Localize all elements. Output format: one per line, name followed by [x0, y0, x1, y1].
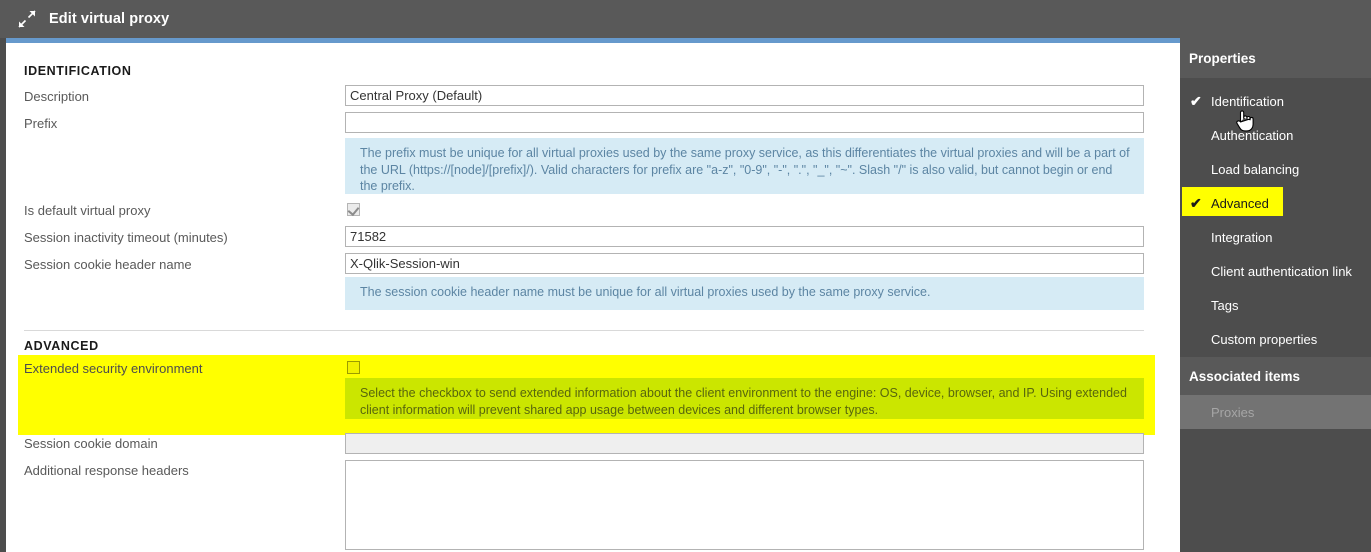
sidebar-item-advanced[interactable]: ✔ Advanced: [1180, 186, 1371, 220]
check-icon: ✔: [1190, 92, 1202, 109]
sidebar-item-custom-properties[interactable]: Custom properties: [1180, 322, 1371, 356]
sidebar-item-label: Integration: [1211, 229, 1273, 245]
session-cookie-header-label: Session cookie header name: [24, 257, 192, 272]
session-timeout-label: Session inactivity timeout (minutes): [24, 230, 228, 245]
sidebar-item-label: Identification: [1211, 93, 1284, 109]
identification-section-title: IDENTIFICATION: [24, 64, 132, 78]
description-label: Description: [24, 89, 90, 104]
extended-security-checkbox[interactable]: [347, 361, 360, 374]
sidebar-item-client-authentication-link[interactable]: Client authentication link: [1180, 254, 1371, 288]
additional-response-headers-textarea[interactable]: [345, 460, 1144, 550]
sidebar-item-label: Load balancing: [1211, 161, 1300, 177]
sidebar-item-label: Tags: [1211, 297, 1239, 313]
check-icon: ✔: [1190, 194, 1202, 211]
sidebar-item-label: Advanced: [1211, 195, 1269, 211]
sidebar-item-load-balancing[interactable]: Load balancing: [1180, 152, 1371, 186]
session-cookie-help-text: The session cookie header name must be u…: [345, 277, 1144, 310]
prefix-help-text: The prefix must be unique for all virtua…: [345, 138, 1144, 194]
sidebar-item-tags[interactable]: Tags: [1180, 288, 1371, 322]
is-default-virtual-proxy-label: Is default virtual proxy: [24, 203, 151, 218]
description-input[interactable]: [345, 85, 1144, 106]
extended-security-label: Extended security environment: [24, 361, 203, 376]
collapse-arrows-icon: [18, 10, 36, 28]
associated-items-header: Associated items: [1180, 357, 1371, 395]
properties-sidebar: Properties ✔ Identification Authenticati…: [1180, 38, 1371, 552]
window-title: Edit virtual proxy: [49, 11, 170, 27]
is-default-virtual-proxy-checkbox: [347, 203, 360, 216]
additional-response-headers-label: Additional response headers: [24, 463, 189, 478]
sidebar-item-authentication[interactable]: Authentication: [1180, 118, 1371, 152]
prefix-label: Prefix: [24, 116, 58, 131]
sidebar-item-integration[interactable]: Integration: [1180, 220, 1371, 254]
window-titlebar: Edit virtual proxy: [0, 0, 1371, 38]
advanced-section-title: ADVANCED: [24, 339, 99, 353]
section-divider: [24, 330, 1144, 331]
sidebar-item-label: Custom properties: [1211, 331, 1318, 347]
form-content: IDENTIFICATION Description Prefix The pr…: [6, 43, 1180, 552]
sidebar-item-label: Client authentication link: [1211, 263, 1352, 279]
prefix-input[interactable]: [345, 112, 1144, 133]
session-cookie-header-input[interactable]: [345, 253, 1144, 274]
session-cookie-domain-input: [345, 433, 1144, 454]
session-cookie-domain-label: Session cookie domain: [24, 436, 158, 451]
sidebar-item-label: Authentication: [1211, 127, 1294, 143]
associated-item-proxies[interactable]: Proxies: [1180, 395, 1371, 429]
session-timeout-input[interactable]: [345, 226, 1144, 247]
extended-security-help-text: Select the checkbox to send extended inf…: [345, 378, 1144, 419]
sidebar-item-identification[interactable]: ✔ Identification: [1180, 84, 1371, 118]
properties-header: Properties: [1180, 38, 1371, 78]
